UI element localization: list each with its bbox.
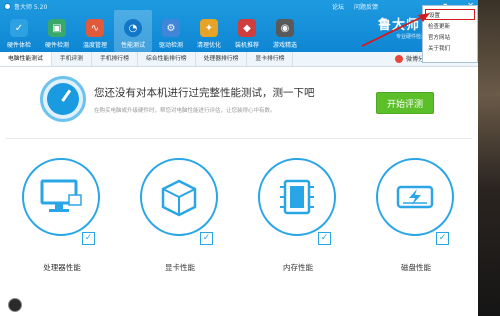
desktop-background <box>478 0 500 316</box>
tool-hardware-check[interactable]: ✓ 硬件体检 <box>0 10 38 52</box>
divider <box>6 138 472 139</box>
tool-label: 性能测试 <box>120 42 145 49</box>
tool-label: 清理优化 <box>196 42 221 49</box>
tab-pc-performance[interactable]: 电脑性能测试 <box>0 52 52 66</box>
tool-label: 硬件体检 <box>6 42 31 49</box>
card-cpu[interactable]: ✓ 处理器性能 <box>22 158 102 272</box>
driver-detect-icon: ⚙ <box>162 19 180 37</box>
tool-label: 硬件检测 <box>44 42 69 49</box>
card-label: 内存性能 <box>283 263 313 272</box>
card-label: 显卡性能 <box>165 263 195 272</box>
temperature-icon: ∿ <box>86 19 104 37</box>
app-window: 鲁大师 5.20 论坛 问题反馈 ▾ — ✕ ✓ 硬件体检 ▣ 硬件检测 ∿ 温… <box>0 0 478 316</box>
checkbox-icon[interactable]: ✓ <box>436 232 449 245</box>
tool-temperature[interactable]: ∿ 温度管理 <box>76 10 114 52</box>
tool-performance-test[interactable]: ◔ 性能测试 <box>114 10 152 52</box>
checkbox-icon[interactable]: ✓ <box>318 232 331 245</box>
card-label: 磁盘性能 <box>401 263 431 272</box>
checkbox-icon[interactable]: ✓ <box>82 232 95 245</box>
tool-hardware-detect[interactable]: ▣ 硬件检测 <box>38 10 76 52</box>
tool-label: 装机推荐 <box>234 42 259 49</box>
circle <box>140 158 218 236</box>
gpu-cube-icon <box>161 179 197 217</box>
tab-overall-ranking[interactable]: 综合性能排行榜 <box>138 52 196 66</box>
install-recommend-icon: ◆ <box>238 19 256 37</box>
tab-phone-review[interactable]: 手机评测 <box>52 52 92 66</box>
start-test-button[interactable]: 开始评测 <box>376 92 434 114</box>
tool-install-recommend[interactable]: ◆ 装机推荐 <box>228 10 266 52</box>
tool-label: 游戏精选 <box>272 42 297 49</box>
card-gpu[interactable]: ✓ 显卡性能 <box>140 158 220 272</box>
tool-game[interactable]: ◉ 游戏精选 <box>266 10 304 52</box>
tool-cleanup[interactable]: ✦ 清理优化 <box>190 10 228 52</box>
performance-test-icon: ◔ <box>124 19 142 37</box>
tool-label: 温度管理 <box>82 42 107 49</box>
disk-bolt-icon <box>396 185 434 209</box>
checkbox-icon[interactable]: ✓ <box>200 232 213 245</box>
prompt-subtitle: 在购买电脑或升级硬件时，帮您对电脑性能进行评估，让您装得心中有数。 <box>94 108 276 114</box>
card-label: 处理器性能 <box>43 263 81 272</box>
cleanup-icon: ✦ <box>200 19 218 37</box>
circle <box>22 158 100 236</box>
tool-label: 驱动检测 <box>158 42 183 49</box>
memory-chip-icon <box>280 179 314 215</box>
main-toolbar: ✓ 硬件体检 ▣ 硬件检测 ∿ 温度管理 ◔ 性能测试 ⚙ 驱动检测 ✦ 清理优… <box>0 10 304 52</box>
forum-link[interactable]: 论坛 <box>332 2 344 11</box>
weibo-icon <box>394 54 403 63</box>
avatar[interactable] <box>8 298 22 312</box>
tab-gpu-ranking[interactable]: 显卡排行榜 <box>247 52 294 66</box>
speed-gauge-icon <box>40 76 86 122</box>
card-memory[interactable]: ✓ 内存性能 <box>258 158 338 272</box>
hardware-check-icon: ✓ <box>10 19 28 37</box>
game-icon: ◉ <box>276 19 294 37</box>
circle <box>376 158 454 236</box>
red-arrow-annotation <box>361 13 430 47</box>
tool-driver-detect[interactable]: ⚙ 驱动检测 <box>152 10 190 52</box>
circle <box>258 158 336 236</box>
cpu-monitor-icon <box>40 179 82 212</box>
tab-phone-ranking[interactable]: 手机排行榜 <box>92 52 138 66</box>
prompt-title: 您还没有对本机进行过完整性能测试，测一下吧 <box>94 87 315 99</box>
tab-cpu-ranking[interactable]: 处理器排行榜 <box>196 52 248 66</box>
card-disk[interactable]: ✓ 磁盘性能 <box>376 158 456 272</box>
app-logo-icon <box>4 3 11 10</box>
hardware-detect-icon: ▣ <box>48 19 66 37</box>
